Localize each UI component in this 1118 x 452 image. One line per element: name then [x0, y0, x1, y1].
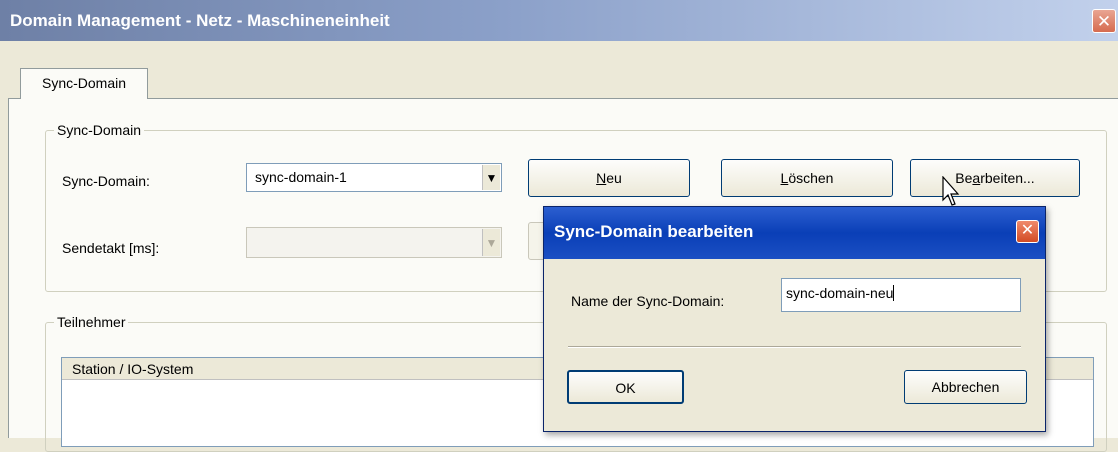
close-icon: ✕ [1020, 222, 1035, 239]
dropdown-arrow-icon[interactable]: ▼ [482, 229, 500, 256]
sync-domain-combobox[interactable]: sync-domain-1 ▼ [246, 163, 502, 192]
edit-sync-domain-dialog: Sync-Domain bearbeiten ✕ Name der Sync-D… [543, 206, 1046, 432]
dialog-separator [568, 346, 1021, 348]
sync-domain-name-input[interactable]: sync-domain-neu [781, 278, 1021, 312]
tab-sync-domain[interactable]: Sync-Domain [20, 68, 148, 99]
sendetakt-label: Sendetakt [ms]: [62, 240, 160, 256]
tab-label: Sync-Domain [41, 75, 127, 91]
window-close-button[interactable]: ✕ [1092, 9, 1116, 33]
dropdown-arrow-icon[interactable]: ▼ [482, 165, 500, 190]
sync-domain-label: Sync-Domain: [62, 173, 150, 189]
sendetakt-combobox[interactable]: ▼ [246, 227, 502, 258]
sync-domain-group-title: Sync-Domain [54, 122, 145, 138]
name-input-value: sync-domain-neu [786, 285, 894, 301]
delete-button[interactable]: Löschen [721, 159, 893, 197]
dialog-title: Sync-Domain bearbeiten [554, 222, 754, 241]
teilnehmer-group-title: Teilnehmer [54, 314, 129, 330]
window-titlebar[interactable]: Domain Management - Netz - Maschineneinh… [0, 0, 1118, 41]
dialog-titlebar[interactable]: Sync-Domain bearbeiten ✕ [544, 207, 1045, 259]
name-label: Name der Sync-Domain: [571, 293, 725, 309]
dialog-close-button[interactable]: ✕ [1016, 220, 1039, 243]
window-title: Domain Management - Netz - Maschineneinh… [10, 11, 390, 30]
text-caret [893, 285, 895, 301]
ok-button[interactable]: OK [567, 370, 684, 404]
cancel-button[interactable]: Abbrechen [904, 370, 1027, 404]
edit-button[interactable]: Bearbeiten... [910, 159, 1080, 197]
column-header-station[interactable]: Station / IO-System [72, 361, 193, 377]
close-icon: ✕ [1096, 12, 1112, 31]
sync-domain-value: sync-domain-1 [255, 169, 347, 185]
new-button[interactable]: Neu [528, 159, 690, 197]
mouse-pointer-icon [942, 176, 960, 206]
